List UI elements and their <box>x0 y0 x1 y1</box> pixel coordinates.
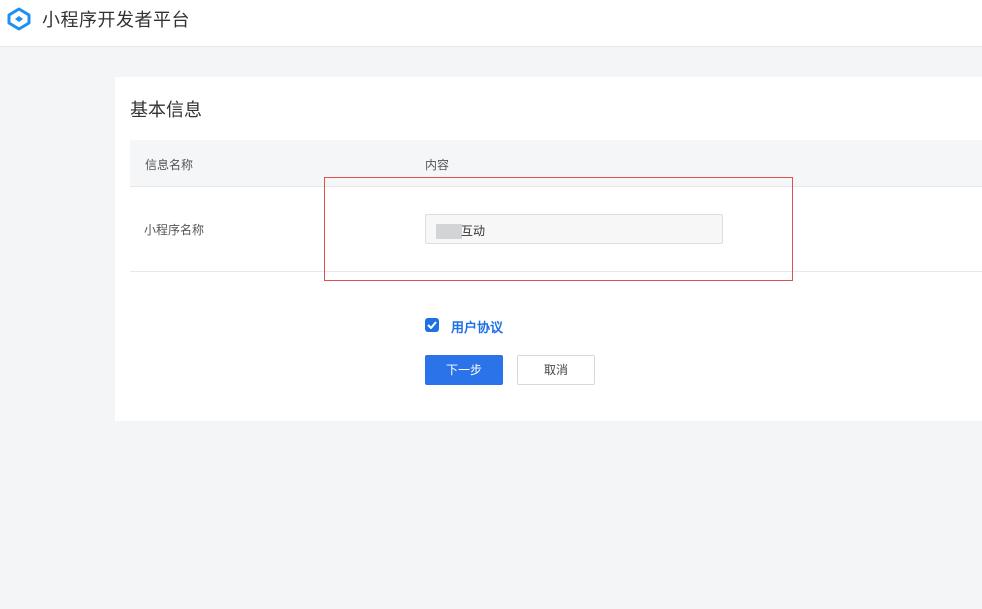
cancel-button[interactable]: 取消 <box>517 355 595 385</box>
next-step-button[interactable]: 下一步 <box>425 355 503 385</box>
row-label-app-name: 小程序名称 <box>144 223 205 237</box>
checkmark-icon <box>427 321 437 329</box>
column-header-name: 信息名称 <box>145 158 194 172</box>
app-title: 小程序开发者平台 <box>42 10 190 31</box>
annotation-highlight-box <box>324 177 793 281</box>
mini-program-logo-icon[interactable] <box>6 7 32 31</box>
agreement-checkbox[interactable] <box>425 318 439 332</box>
user-agreement-link[interactable]: 用户协议 <box>451 317 503 336</box>
column-header-content: 内容 <box>425 158 450 172</box>
section-title: 基本信息 <box>130 100 202 121</box>
top-bar: 小程序开发者平台 <box>0 0 982 47</box>
